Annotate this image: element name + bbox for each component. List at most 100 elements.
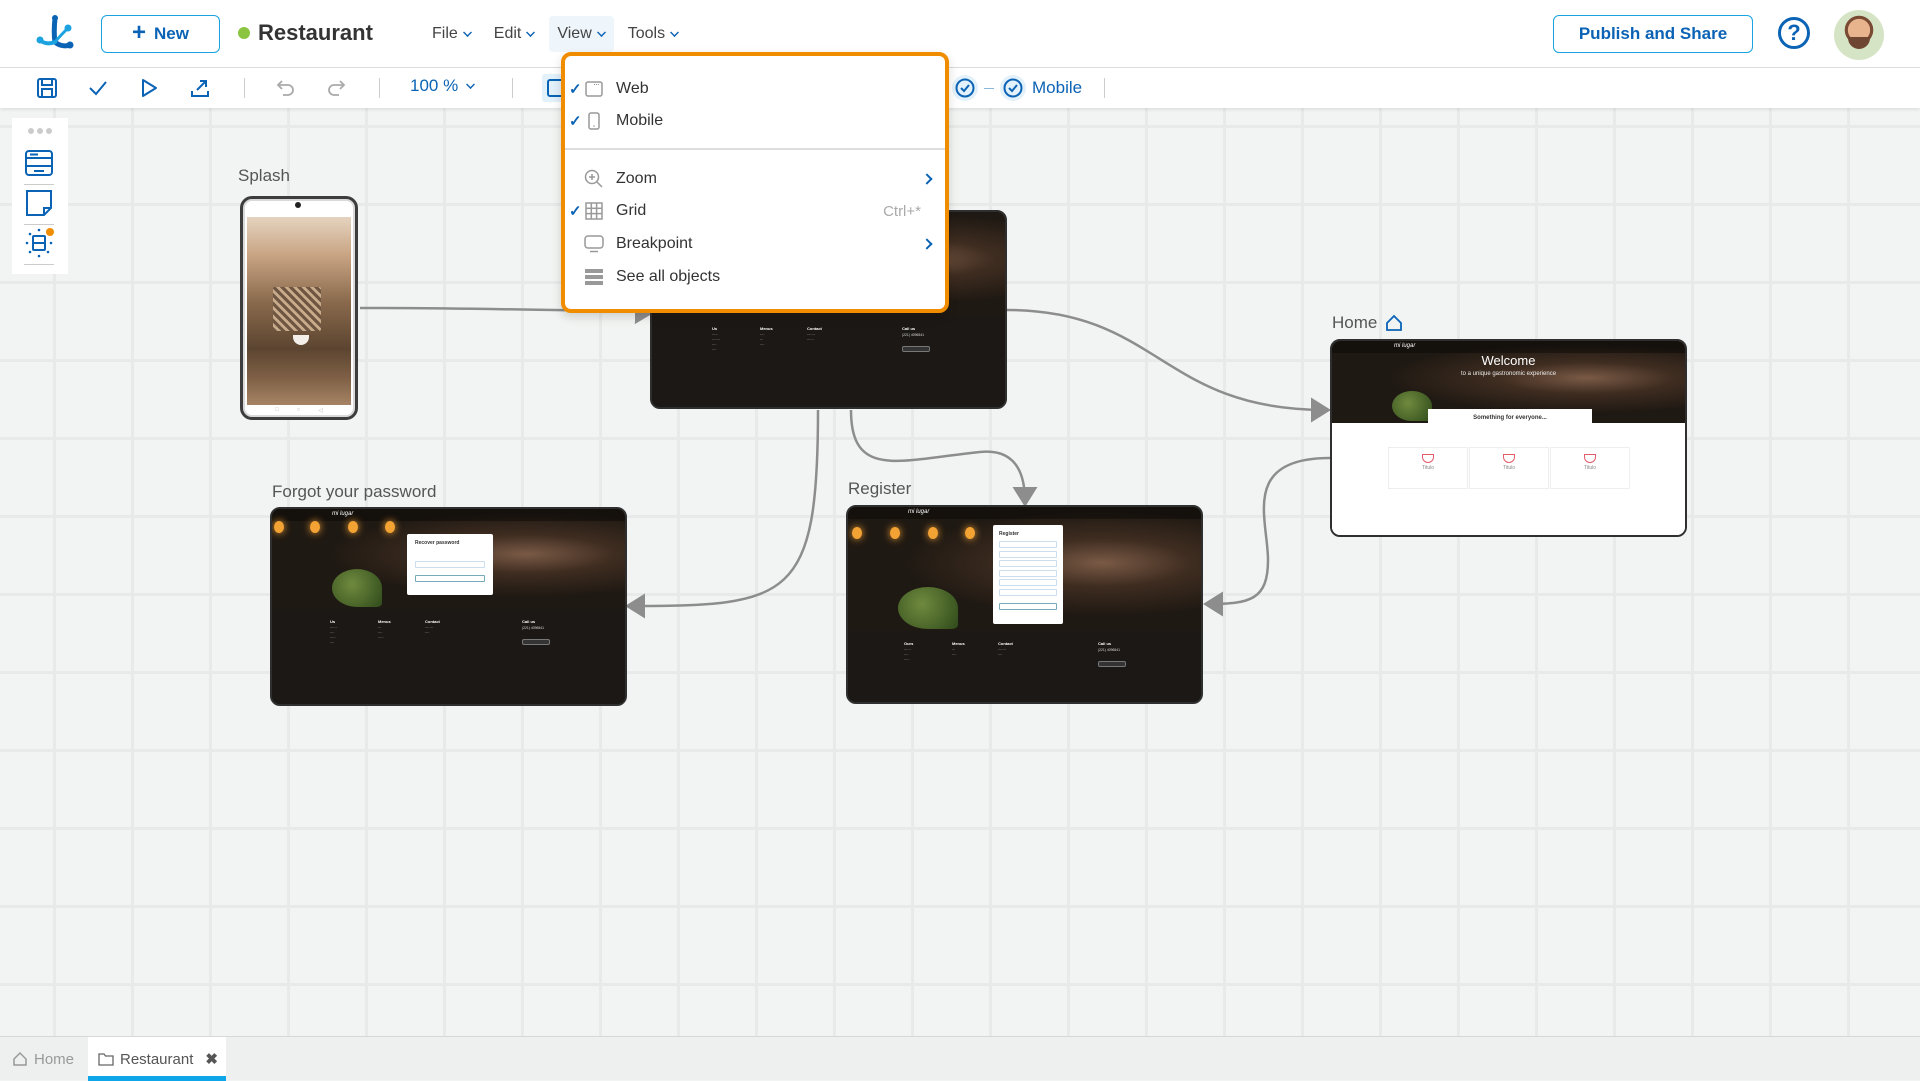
view-menu-item-see-all-objects[interactable]: See all objects bbox=[565, 261, 945, 293]
user-field bbox=[999, 560, 1057, 567]
view-menu-item-grid[interactable]: ✓ Grid Ctrl+* bbox=[565, 195, 945, 227]
menu-file[interactable]: File bbox=[424, 16, 480, 52]
menu-item-shortcut: Ctrl+* bbox=[883, 202, 921, 220]
menu-view[interactable]: View bbox=[549, 16, 614, 52]
list-icon bbox=[584, 267, 604, 287]
footer-col: Us ····· ······· ···· ···· bbox=[712, 326, 720, 352]
tab-home[interactable]: Home bbox=[12, 1037, 74, 1081]
tab-restaurant[interactable]: Restaurant ✖ bbox=[88, 1037, 226, 1081]
plant-decoration bbox=[1392, 391, 1432, 421]
app-logo-icon[interactable] bbox=[34, 14, 76, 54]
view-menu-item-zoom[interactable]: Zoom bbox=[565, 163, 945, 195]
run-play-icon[interactable] bbox=[137, 76, 161, 100]
view-menu-item-breakpoint[interactable]: Breakpoint bbox=[565, 228, 945, 260]
modal-title: Recover password bbox=[415, 540, 460, 546]
footer-button bbox=[1098, 661, 1126, 667]
screen-label-forgot-password: Forgot your password bbox=[272, 482, 437, 501]
connection-login-home bbox=[1005, 308, 1331, 423]
screen-label-register: Register bbox=[848, 479, 912, 498]
brand-logo: mi lugar bbox=[1394, 343, 1416, 349]
home-icon bbox=[1386, 314, 1403, 331]
note-icon[interactable] bbox=[24, 188, 54, 218]
register-submit-button bbox=[999, 603, 1057, 610]
undo-icon[interactable] bbox=[274, 76, 298, 100]
project-status-dot bbox=[238, 27, 250, 39]
footer-col: Call us (221) 4096541 bbox=[522, 619, 545, 630]
footer-col: Menus ··· ···· ····· bbox=[378, 619, 391, 640]
repeat-password-field bbox=[999, 589, 1057, 596]
footer-col: Contact ······· ······ bbox=[807, 326, 822, 342]
validate-check-icon[interactable] bbox=[86, 76, 110, 100]
screen-card-home[interactable]: mi lugar Welcome to a unique gastronomic… bbox=[1330, 339, 1687, 537]
component-palette bbox=[12, 118, 68, 274]
save-icon[interactable] bbox=[35, 76, 59, 100]
view-menu-item-mobile[interactable]: ✓ Mobile bbox=[565, 105, 945, 137]
menu-bar: File Edit View Tools bbox=[424, 16, 687, 52]
checkmark-icon: ✓ bbox=[569, 81, 582, 98]
publish-and-share-button[interactable]: Publish and Share bbox=[1553, 15, 1753, 53]
redo-icon[interactable] bbox=[324, 76, 348, 100]
screen-label-home: Home bbox=[1332, 313, 1403, 333]
menu-item-label: Grid bbox=[616, 202, 647, 219]
chevron-down-icon bbox=[466, 79, 476, 89]
footer-button bbox=[902, 346, 930, 352]
home-icon bbox=[13, 1051, 27, 1066]
footer-col: Contact ······· ···· bbox=[998, 641, 1013, 657]
palette-drag-handle[interactable] bbox=[28, 128, 52, 134]
menu-item-label: See all objects bbox=[616, 268, 721, 285]
new-button[interactable]: + New bbox=[101, 15, 220, 53]
screen-label-splash: Splash bbox=[238, 166, 290, 185]
zoom-in-icon bbox=[584, 169, 604, 189]
last-name-field bbox=[999, 551, 1057, 558]
export-icon[interactable] bbox=[188, 76, 212, 100]
home-label-text: Home bbox=[1332, 313, 1378, 332]
user-avatar[interactable] bbox=[1834, 10, 1884, 60]
menu-edit[interactable]: Edit bbox=[486, 16, 544, 52]
breakpoint-check-icon bbox=[1000, 75, 1026, 101]
menu-file-label: File bbox=[432, 25, 458, 42]
zoom-select[interactable]: 100 % bbox=[410, 76, 476, 96]
toolbar-divider bbox=[1104, 78, 1105, 98]
palette-divider bbox=[24, 224, 54, 225]
folder-icon bbox=[98, 1053, 114, 1066]
name-field bbox=[999, 541, 1057, 548]
chevron-right-icon bbox=[921, 238, 933, 250]
email-field bbox=[999, 570, 1057, 577]
feature-card: Titulo bbox=[1469, 447, 1549, 489]
brand-logo: mi lugar bbox=[332, 511, 354, 517]
web-page-icon[interactable] bbox=[24, 148, 54, 178]
mobile-device-icon bbox=[584, 111, 604, 131]
tab-home-label: Home bbox=[34, 1050, 75, 1068]
phone-camera bbox=[295, 202, 301, 208]
menu-item-label: Mobile bbox=[616, 112, 664, 129]
new-button-label: New bbox=[154, 24, 189, 43]
menu-item-label: Breakpoint bbox=[616, 235, 693, 252]
menu-tools-label: Tools bbox=[627, 25, 666, 42]
zoom-value: 100 % bbox=[410, 76, 459, 95]
close-tab-icon[interactable]: ✖ bbox=[205, 1050, 218, 1068]
footer-col: Call us (221) 4096541 bbox=[902, 326, 925, 337]
bottom-tab-bar: Home Restaurant ✖ bbox=[0, 1036, 1920, 1081]
app-header: + New Restaurant File Edit View Tools Pu… bbox=[0, 0, 1920, 68]
modal-title: Register bbox=[999, 531, 1020, 537]
view-menu-item-web[interactable]: ✓ Web bbox=[565, 73, 945, 105]
footer-col: Us ······ ···· ····· ···· bbox=[330, 619, 337, 645]
menu-item-label: Web bbox=[616, 80, 649, 97]
data-service-icon[interactable] bbox=[24, 228, 54, 258]
menu-tools[interactable]: Tools bbox=[620, 16, 687, 52]
help-icon[interactable]: ? bbox=[1778, 17, 1810, 49]
plant-decoration bbox=[898, 587, 958, 629]
feature-card: Titulo bbox=[1388, 447, 1468, 489]
grid-icon bbox=[584, 201, 604, 221]
checkmark-icon: ✓ bbox=[569, 113, 582, 130]
screen-card-register[interactable]: mi lugar Register Ours ······ ···· ····· Me… bbox=[846, 505, 1203, 704]
breakpoint-selector[interactable]: Mobile bbox=[952, 75, 1082, 101]
hero-subtitle: to a unique gastronomic experience bbox=[1460, 371, 1557, 377]
screen-card-forgot-password[interactable]: mi lugar Recover password Us ······ ···· ··… bbox=[270, 507, 627, 706]
chevron-right-icon bbox=[921, 173, 933, 185]
chevron-down-icon bbox=[596, 27, 606, 37]
connection-home-register bbox=[1203, 456, 1331, 617]
footer-col: Menus ···· ··· ···· bbox=[760, 326, 773, 347]
screen-card-splash[interactable]: □ ○ ◁ bbox=[240, 196, 358, 420]
menu-divider bbox=[565, 148, 945, 150]
